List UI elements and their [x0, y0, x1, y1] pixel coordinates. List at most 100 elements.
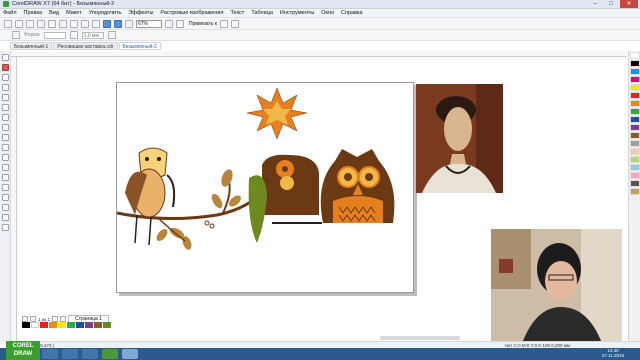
options-icon[interactable]	[219, 19, 228, 28]
ellipse-tool-icon[interactable]	[2, 124, 9, 131]
pick-tool-icon[interactable]	[2, 54, 9, 61]
snap-to-dropdown[interactable]: Привязать к	[189, 21, 217, 27]
minimize-button[interactable]: –	[588, 0, 602, 8]
sun-illustration[interactable]	[246, 87, 308, 140]
swatch-red[interactable]	[630, 92, 640, 99]
zoom-tool-icon[interactable]	[2, 84, 9, 91]
doc-swatch-green[interactable]	[67, 322, 75, 328]
polygon-tool-icon[interactable]	[2, 134, 9, 141]
stroke-width-field[interactable]: 1,0 мм	[81, 31, 104, 39]
drop-shadow-icon[interactable]	[2, 174, 9, 181]
doc-swatch-black[interactable]	[22, 322, 30, 328]
open-icon[interactable]	[15, 19, 23, 28]
doc-swatch-purple[interactable]	[85, 322, 93, 328]
export-icon[interactable]	[114, 19, 122, 28]
print-icon[interactable]	[37, 19, 45, 28]
drawing-page[interactable]	[116, 82, 414, 293]
shape-field[interactable]	[43, 31, 66, 39]
new-icon[interactable]	[4, 19, 12, 28]
owl-illustration-2[interactable]	[248, 154, 322, 243]
freehand-tool-icon[interactable]	[2, 94, 9, 101]
menu-effects[interactable]: Эффекты	[128, 10, 153, 16]
title-bar: CorelDRAW X7 (64 бит) - Безымянный-2 – □…	[0, 0, 640, 9]
swatch-white[interactable]	[630, 52, 640, 59]
shape-tool-icon[interactable]	[2, 64, 9, 71]
menu-tools[interactable]: Инструменты	[280, 10, 314, 16]
fullscreen-icon[interactable]	[165, 19, 173, 28]
tab-document-2[interactable]: Рисовашки-заставка.cdr	[53, 42, 118, 50]
import-icon[interactable]	[103, 19, 111, 28]
rulers-icon[interactable]	[176, 19, 184, 28]
transparency-icon[interactable]	[2, 184, 9, 191]
tab-document-3[interactable]: Безымянный-2	[118, 42, 161, 50]
swatch-tan[interactable]	[630, 188, 640, 195]
coreldraw-taskbar-icon[interactable]	[102, 349, 118, 359]
doc-swatch-brown[interactable]	[94, 322, 102, 328]
swatch-dark-gray[interactable]	[630, 180, 640, 187]
copy-icon[interactable]	[59, 19, 67, 28]
property-icon[interactable]	[12, 31, 20, 39]
swatch-sky[interactable]	[630, 164, 640, 171]
text-tool-icon[interactable]	[2, 144, 9, 151]
swatch-gray[interactable]	[630, 140, 640, 147]
doc-swatch-blue[interactable]	[76, 322, 84, 328]
menu-layout[interactable]: Макет	[66, 10, 82, 16]
connector-tool-icon[interactable]	[2, 164, 9, 171]
undo-icon[interactable]	[81, 19, 89, 28]
parallel-dimension-icon[interactable]	[2, 154, 9, 161]
explorer-taskbar-icon[interactable]	[62, 349, 78, 359]
smart-drawing-icon[interactable]	[2, 214, 9, 221]
menu-bitmaps[interactable]: Растровые изображения	[160, 10, 223, 16]
cut-icon[interactable]	[48, 19, 56, 28]
swatch-brown[interactable]	[630, 132, 640, 139]
publish-icon[interactable]	[125, 19, 133, 28]
line-style-icon[interactable]	[69, 31, 78, 39]
swatch-green[interactable]	[630, 108, 640, 115]
menu-arrange[interactable]: Упорядочить	[89, 10, 122, 16]
owl-illustration-3[interactable]	[320, 149, 395, 223]
arrow-icon[interactable]	[107, 31, 116, 39]
swatch-blue[interactable]	[630, 116, 640, 123]
menu-edit[interactable]: Правка	[24, 10, 43, 16]
doc-swatch-white[interactable]	[31, 322, 39, 328]
smart-fill-icon[interactable]	[2, 104, 9, 111]
portrait-image[interactable]	[416, 84, 503, 193]
corel-active-taskbar-icon[interactable]	[122, 349, 138, 359]
swatch-cyan[interactable]	[630, 68, 640, 75]
doc-swatch-red[interactable]	[40, 322, 48, 328]
ie-taskbar-icon[interactable]	[42, 349, 58, 359]
menu-text[interactable]: Текст	[230, 10, 244, 16]
menu-help[interactable]: Справка	[341, 10, 363, 16]
swatch-purple[interactable]	[630, 124, 640, 131]
swatch-lime[interactable]	[630, 156, 640, 163]
rectangle-tool-icon[interactable]	[2, 114, 9, 121]
launch-icon[interactable]	[230, 19, 239, 28]
maximize-button[interactable]: □	[604, 0, 618, 8]
menu-table[interactable]: Таблица	[251, 10, 273, 16]
media-taskbar-icon[interactable]	[82, 349, 98, 359]
swatch-pink[interactable]	[630, 172, 640, 179]
tab-document-1[interactable]: Безымянный-1	[10, 42, 53, 50]
horizontal-scrollbar[interactable]	[380, 336, 460, 340]
crop-tool-icon[interactable]	[2, 74, 9, 81]
swatch-peach[interactable]	[630, 148, 640, 155]
menu-file[interactable]: Файл	[3, 10, 17, 16]
eyedropper-icon[interactable]	[2, 194, 9, 201]
doc-swatch-orange[interactable]	[49, 322, 57, 328]
swatch-orange[interactable]	[630, 100, 640, 107]
menu-window[interactable]: Окно	[321, 10, 334, 16]
doc-swatch-olive[interactable]	[103, 322, 111, 328]
doc-swatch-yellow[interactable]	[58, 322, 66, 328]
save-icon[interactable]	[26, 19, 34, 28]
portrait-painting	[416, 84, 503, 193]
swatch-magenta[interactable]	[630, 76, 640, 83]
swatch-black[interactable]	[630, 60, 640, 67]
redo-icon[interactable]	[92, 19, 100, 28]
swatch-yellow[interactable]	[630, 84, 640, 91]
menu-view[interactable]: Вид	[49, 10, 59, 16]
add-tool-icon[interactable]	[2, 224, 9, 231]
zoom-level-select[interactable]: 67%	[136, 19, 162, 28]
close-button[interactable]: ✕	[620, 0, 638, 8]
interactive-fill-icon[interactable]	[2, 204, 9, 211]
paste-icon[interactable]	[70, 19, 78, 28]
